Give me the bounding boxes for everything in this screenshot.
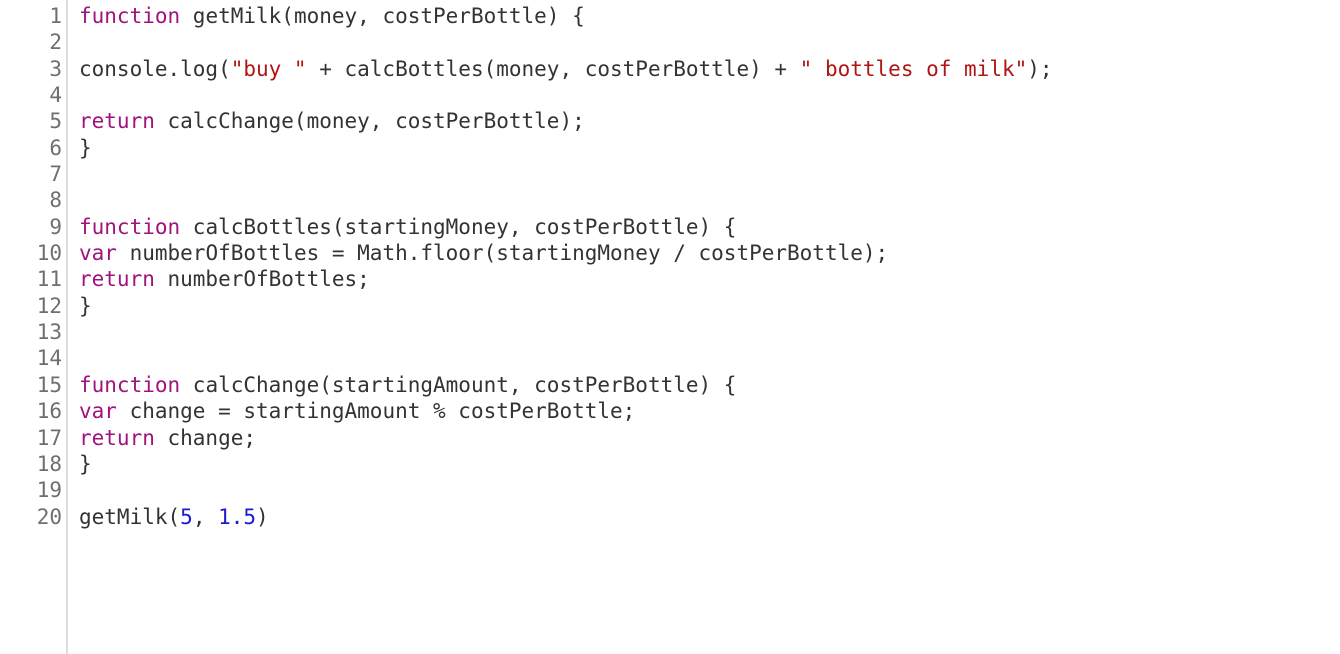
code-token: numberOfBottles = Math.floor(startingMon… bbox=[116, 241, 889, 266]
code-line[interactable]: console.log("buy " + calcBottles(money, … bbox=[79, 56, 1340, 82]
code-line[interactable]: } bbox=[79, 451, 1340, 477]
code-token: , bbox=[192, 504, 219, 529]
code-line[interactable] bbox=[79, 82, 1340, 108]
line-number: 9 bbox=[49, 214, 62, 239]
line-number: 11 bbox=[36, 267, 62, 292]
code-line[interactable]: } bbox=[79, 293, 1340, 319]
code-token: calcChange(startingAmount, costPerBottle… bbox=[180, 372, 737, 397]
line-number: 20 bbox=[36, 504, 62, 529]
string-token: "buy " bbox=[230, 56, 307, 81]
code-area[interactable]: function getMilk(money, costPerBottle) {… bbox=[79, 3, 1340, 530]
number-token: 1.5 bbox=[218, 504, 257, 529]
line-number: 15 bbox=[36, 372, 62, 397]
code-token: numberOfBottles; bbox=[154, 267, 370, 292]
code-line[interactable] bbox=[79, 477, 1340, 503]
line-number: 1 bbox=[49, 4, 62, 28]
code-token: + calcBottles(money, costPerBottle) + bbox=[306, 56, 800, 81]
code-line[interactable]: function calcChange(startingAmount, cost… bbox=[79, 372, 1340, 398]
code-line[interactable] bbox=[79, 29, 1340, 55]
line-number: 17 bbox=[36, 425, 62, 450]
code-line[interactable]: var numberOfBottles = Math.floor(startin… bbox=[79, 240, 1340, 266]
code-token: getMilk( bbox=[79, 504, 181, 529]
keyword-token: return bbox=[79, 267, 155, 292]
line-number: 2 bbox=[49, 30, 62, 55]
keyword-token: var bbox=[79, 399, 117, 424]
code-token: calcChange(money, costPerBottle); bbox=[154, 109, 585, 134]
code-line[interactable]: return change; bbox=[79, 425, 1340, 451]
keyword-token: var bbox=[79, 241, 117, 266]
line-number-gutter: 1 2 3 4 5 6 7 8 9 10 11 12 13 14 15 16 17 18 19 20 bbox=[0, 0, 68, 654]
code-line[interactable]: } bbox=[79, 135, 1340, 161]
keyword-token: function bbox=[79, 4, 181, 28]
keyword-token: function bbox=[79, 372, 181, 397]
line-number: 13 bbox=[36, 320, 62, 345]
line-number: 18 bbox=[36, 451, 62, 476]
keyword-token: return bbox=[79, 109, 155, 134]
code-line[interactable]: function calcBottles(startingMoney, cost… bbox=[79, 214, 1340, 240]
code-token: ); bbox=[1027, 56, 1053, 81]
code-line[interactable]: return calcChange(money, costPerBottle); bbox=[79, 108, 1340, 134]
code-line[interactable]: var change = startingAmount % costPerBot… bbox=[79, 398, 1340, 424]
number-token: 5 bbox=[180, 504, 193, 529]
code-token: console.log( bbox=[79, 56, 231, 81]
line-number: 19 bbox=[36, 478, 62, 503]
code-line[interactable]: return numberOfBottles; bbox=[79, 266, 1340, 292]
line-number: 10 bbox=[36, 241, 62, 266]
line-number: 16 bbox=[36, 399, 62, 424]
code-token: change = startingAmount % costPerBottle; bbox=[116, 399, 636, 424]
code-editor[interactable]: 1 2 3 4 5 6 7 8 9 10 11 12 13 14 15 16 17 18 19 20 function… bbox=[0, 0, 1340, 654]
line-number: 4 bbox=[49, 83, 62, 108]
keyword-token: function bbox=[79, 214, 181, 239]
line-number: 6 bbox=[49, 135, 62, 160]
line-number: 3 bbox=[49, 56, 62, 81]
code-line[interactable] bbox=[79, 187, 1340, 213]
code-token: calcBottles(startingMoney, costPerBottle… bbox=[180, 214, 737, 239]
code-token: ) bbox=[256, 504, 269, 529]
line-number: 7 bbox=[49, 162, 62, 187]
code-line[interactable]: function getMilk(money, costPerBottle) { bbox=[79, 3, 1340, 29]
string-token: " bottles of milk" bbox=[799, 56, 1028, 81]
keyword-token: return bbox=[79, 425, 155, 450]
code-token: } bbox=[79, 293, 92, 318]
line-number: 12 bbox=[36, 293, 62, 318]
line-number: 5 bbox=[49, 109, 62, 134]
code-token: change; bbox=[154, 425, 257, 450]
line-number: 8 bbox=[49, 188, 62, 213]
code-line[interactable] bbox=[79, 319, 1340, 345]
code-token: } bbox=[79, 451, 92, 476]
line-numbers: 1 2 3 4 5 6 7 8 9 10 11 12 13 14 15 16 17 18 19 20 bbox=[0, 3, 62, 530]
line-number: 14 bbox=[36, 346, 62, 371]
code-line[interactable] bbox=[79, 345, 1340, 371]
code-token: getMilk(money, costPerBottle) { bbox=[180, 4, 585, 28]
code-token: } bbox=[79, 135, 92, 160]
code-line[interactable] bbox=[79, 161, 1340, 187]
code-line[interactable]: getMilk(5, 1.5) bbox=[79, 504, 1340, 530]
